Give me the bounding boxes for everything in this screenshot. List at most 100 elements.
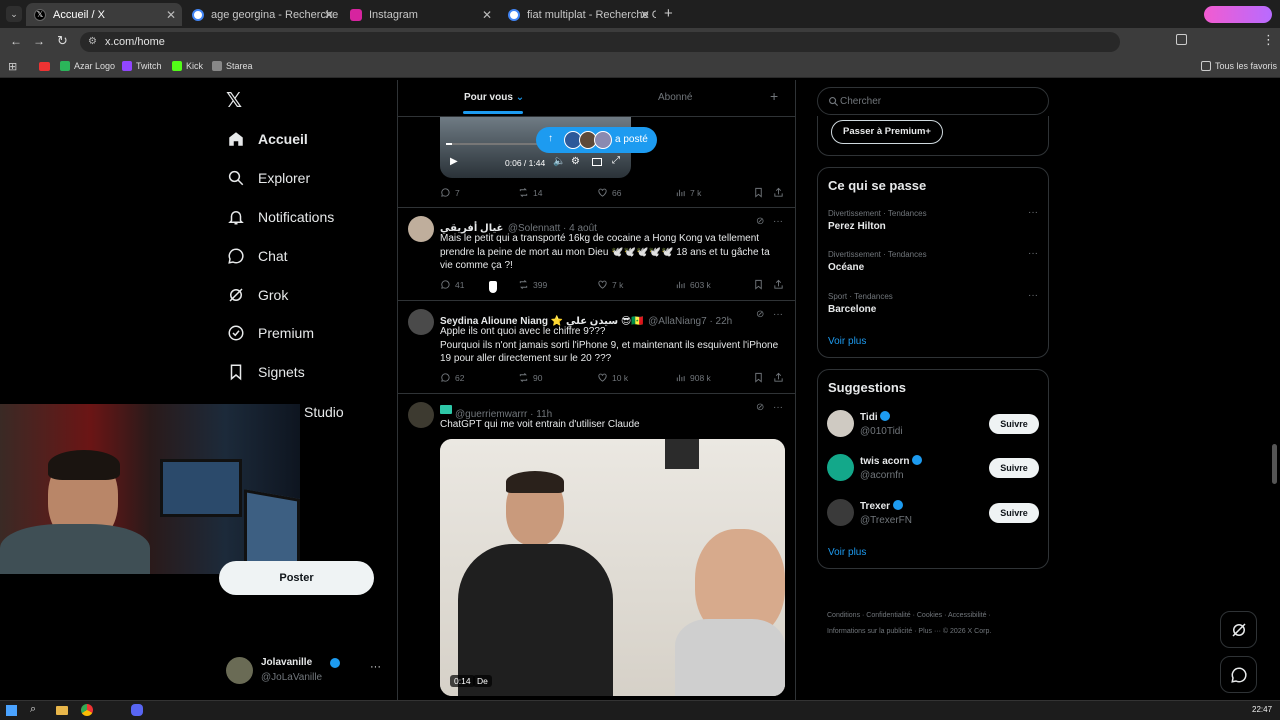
like-button[interactable]: 10 k — [597, 372, 628, 383]
bookmark-twitch[interactable]: Twitch — [122, 61, 162, 71]
close-icon[interactable]: ✕ — [166, 8, 176, 22]
scrollbar[interactable] — [1272, 444, 1277, 484]
browser-tab[interactable]: 𝕏 Accueil / X ✕ — [26, 3, 182, 26]
nav-item-home[interactable]: Accueil — [227, 126, 308, 152]
reply-button[interactable]: 62 — [440, 372, 464, 383]
more-icon[interactable]: ··· — [370, 661, 381, 673]
nav-item-explore[interactable]: Explorer — [227, 165, 310, 191]
folder-icon[interactable] — [56, 706, 68, 715]
forward-icon[interactable]: → — [33, 34, 45, 48]
x-logo-icon[interactable]: 𝕏 — [226, 88, 242, 113]
suggestion-name[interactable]: Trexer — [860, 501, 890, 512]
views-button[interactable]: 603 k — [675, 279, 711, 290]
bookmark-starea[interactable]: Starea — [212, 61, 253, 71]
grok-floating-button[interactable] — [1220, 611, 1257, 648]
add-tab-icon[interactable]: + — [770, 88, 778, 104]
views-button[interactable]: 908 k — [675, 372, 711, 383]
like-button[interactable]: 66 — [597, 187, 621, 198]
more-icon[interactable]: ··· — [773, 402, 783, 413]
tab-following[interactable]: Abonné — [658, 92, 692, 103]
extensions-icon[interactable] — [1176, 34, 1187, 45]
bookmark-azar-logo[interactable]: Azar Logo — [60, 61, 115, 71]
search-icon[interactable]: ⌕ — [30, 703, 36, 716]
windows-start-icon[interactable] — [6, 705, 17, 716]
more-icon[interactable]: ··· — [773, 216, 783, 227]
tweet-video[interactable]: 0:14 De — [440, 439, 785, 696]
see-more-link[interactable]: Voir plus — [828, 547, 866, 558]
nav-item-chat[interactable]: Chat — [227, 243, 288, 269]
chrome-icon[interactable] — [81, 704, 93, 716]
bookmark-button[interactable] — [753, 187, 764, 198]
bookmark-button[interactable] — [753, 372, 764, 383]
avatar[interactable] — [827, 499, 854, 526]
messages-floating-button[interactable] — [1220, 656, 1257, 693]
close-icon[interactable]: ✕ — [640, 8, 650, 22]
fullscreen-icon[interactable]: ⤢ — [612, 155, 620, 166]
account-switcher[interactable]: Jolavanille @JoLaVanille ··· — [226, 656, 386, 686]
avatar[interactable] — [408, 216, 434, 242]
grok-icon[interactable]: ⊘ — [756, 402, 764, 413]
trend-item[interactable]: Divertissement · Tendances Perez Hilton … — [828, 207, 1038, 232]
browser-tab[interactable]: Instagram ✕ — [342, 3, 498, 26]
views-button[interactable]: 7 k — [675, 187, 701, 198]
follow-button[interactable]: Suivre — [989, 503, 1039, 523]
retweet-button[interactable]: 90 — [518, 372, 542, 383]
avatar[interactable] — [827, 410, 854, 437]
close-icon[interactable]: ✕ — [482, 8, 492, 22]
taskbar-clock[interactable]: 22:47 — [1252, 705, 1272, 714]
volume-icon[interactable]: 🔈 — [553, 156, 565, 167]
suggestion-name[interactable]: Tidi — [860, 412, 878, 423]
nav-item-studio[interactable]: Studio — [304, 404, 344, 420]
bookmark-button[interactable] — [753, 279, 764, 290]
follow-button[interactable]: Suivre — [989, 414, 1039, 434]
retweet-button[interactable]: 399 — [518, 279, 547, 290]
more-icon[interactable]: ··· — [1028, 248, 1038, 259]
close-icon[interactable]: ✕ — [324, 8, 334, 22]
reload-icon[interactable]: ↻ — [57, 33, 68, 49]
suggestion-name[interactable]: twis acorn — [860, 456, 909, 467]
apps-icon[interactable]: ⊞ — [8, 60, 17, 73]
trend-item[interactable]: Divertissement · Tendances Océane ··· — [828, 248, 1038, 273]
menu-icon[interactable]: ⋮ — [1262, 32, 1275, 48]
discord-icon[interactable] — [131, 704, 143, 716]
site-info-icon[interactable]: ⚙ — [88, 32, 97, 52]
share-button[interactable] — [773, 279, 784, 290]
settings-icon[interactable]: ⚙ — [571, 156, 580, 167]
footer-links[interactable]: Informations sur la publicité · Plus ···… — [827, 628, 991, 635]
search-input[interactable]: Chercher — [817, 87, 1049, 115]
trend-item[interactable]: Sport · Tendances Barcelone ··· — [828, 290, 1038, 315]
new-tab-button[interactable]: + — [664, 5, 673, 22]
all-bookmarks-button[interactable]: Tous les favoris — [1201, 61, 1277, 71]
avatar[interactable] — [408, 402, 434, 428]
browser-tab[interactable]: age georgina - Recherche Goog ✕ — [184, 3, 340, 26]
play-icon[interactable]: ▶ — [450, 156, 458, 167]
premium-upgrade-button[interactable]: Passer à Premium+ — [831, 120, 943, 144]
post-button[interactable]: Poster — [219, 561, 374, 595]
tab-search-button[interactable]: ⌄ — [6, 6, 22, 22]
more-icon[interactable]: ··· — [1028, 290, 1038, 301]
grok-icon[interactable]: ⊘ — [756, 309, 764, 320]
reply-button[interactable]: 7 — [440, 187, 460, 198]
address-bar[interactable]: ⚙ x.com/home — [80, 32, 1120, 52]
nav-item-grok[interactable]: Grok — [227, 282, 288, 308]
nav-item-bookmarks[interactable]: Signets — [227, 359, 305, 385]
share-button[interactable] — [773, 187, 784, 198]
share-button[interactable] — [773, 372, 784, 383]
back-icon[interactable]: ← — [10, 34, 22, 48]
more-icon[interactable]: ··· — [773, 309, 783, 320]
reply-button[interactable]: 41 — [440, 279, 464, 290]
new-posts-pill[interactable]: ↑ a posté — [536, 127, 657, 153]
avatar[interactable] — [827, 454, 854, 481]
follow-button[interactable]: Suivre — [989, 458, 1039, 478]
more-icon[interactable]: ··· — [1028, 207, 1038, 218]
pip-icon[interactable] — [592, 158, 602, 166]
grok-icon[interactable]: ⊘ — [756, 216, 764, 227]
nav-item-premium[interactable]: Premium — [227, 320, 314, 346]
nav-item-notifications[interactable]: Notifications — [227, 204, 334, 230]
retweet-button[interactable]: 14 — [518, 187, 542, 198]
browser-tab[interactable]: fiat multiplat - Recherche Goog ✕ — [500, 3, 656, 26]
tab-for-you[interactable]: Pour vous ⌄ — [464, 92, 524, 103]
bookmark-kick[interactable]: Kick — [172, 61, 203, 71]
footer-links[interactable]: Conditions · Confidentialité · Cookies ·… — [827, 612, 991, 619]
see-more-link[interactable]: Voir plus — [828, 336, 866, 347]
